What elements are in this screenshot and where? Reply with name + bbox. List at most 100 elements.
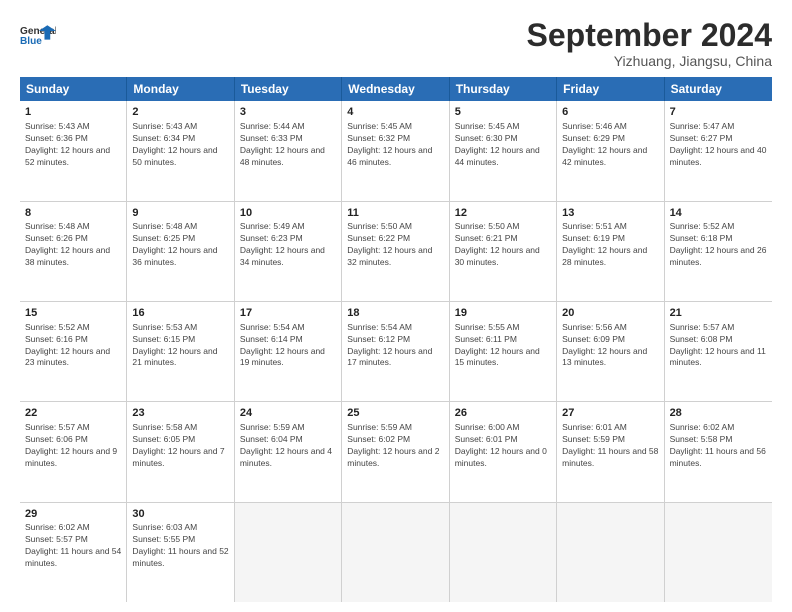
day-number: 13 — [562, 206, 658, 221]
day-info: Sunrise: 5:44 AM Sunset: 6:33 PM Dayligh… — [240, 121, 336, 169]
location-subtitle: Yizhuang, Jiangsu, China — [527, 53, 772, 69]
day-number: 23 — [132, 406, 228, 421]
logo-icon: General Blue — [20, 18, 56, 54]
calendar: SundayMondayTuesdayWednesdayThursdayFrid… — [20, 77, 772, 602]
calendar-cell — [450, 503, 557, 602]
day-info: Sunrise: 5:48 AM Sunset: 6:25 PM Dayligh… — [132, 221, 228, 269]
day-number: 3 — [240, 105, 336, 120]
day-number: 9 — [132, 206, 228, 221]
calendar-cell: 2Sunrise: 5:43 AM Sunset: 6:34 PM Daylig… — [127, 101, 234, 200]
header: General Blue September 2024 Yizhuang, Ji… — [20, 18, 772, 69]
calendar-cell: 25Sunrise: 5:59 AM Sunset: 6:02 PM Dayli… — [342, 402, 449, 501]
calendar-cell — [342, 503, 449, 602]
day-info: Sunrise: 5:51 AM Sunset: 6:19 PM Dayligh… — [562, 221, 658, 269]
day-info: Sunrise: 6:00 AM Sunset: 6:01 PM Dayligh… — [455, 422, 551, 470]
weekday-header-tuesday: Tuesday — [235, 77, 342, 101]
day-number: 10 — [240, 206, 336, 221]
calendar-row-5: 29Sunrise: 6:02 AM Sunset: 5:57 PM Dayli… — [20, 503, 772, 602]
day-number: 14 — [670, 206, 767, 221]
day-info: Sunrise: 5:43 AM Sunset: 6:36 PM Dayligh… — [25, 121, 121, 169]
day-info: Sunrise: 5:53 AM Sunset: 6:15 PM Dayligh… — [132, 322, 228, 370]
calendar-cell: 20Sunrise: 5:56 AM Sunset: 6:09 PM Dayli… — [557, 302, 664, 401]
day-info: Sunrise: 5:45 AM Sunset: 6:30 PM Dayligh… — [455, 121, 551, 169]
calendar-row-1: 1Sunrise: 5:43 AM Sunset: 6:36 PM Daylig… — [20, 101, 772, 201]
calendar-cell: 18Sunrise: 5:54 AM Sunset: 6:12 PM Dayli… — [342, 302, 449, 401]
day-number: 28 — [670, 406, 767, 421]
calendar-cell: 19Sunrise: 5:55 AM Sunset: 6:11 PM Dayli… — [450, 302, 557, 401]
calendar-cell — [557, 503, 664, 602]
day-number: 18 — [347, 306, 443, 321]
calendar-cell: 4Sunrise: 5:45 AM Sunset: 6:32 PM Daylig… — [342, 101, 449, 200]
calendar-cell: 11Sunrise: 5:50 AM Sunset: 6:22 PM Dayli… — [342, 202, 449, 301]
day-number: 27 — [562, 406, 658, 421]
calendar-cell: 6Sunrise: 5:46 AM Sunset: 6:29 PM Daylig… — [557, 101, 664, 200]
calendar-cell: 3Sunrise: 5:44 AM Sunset: 6:33 PM Daylig… — [235, 101, 342, 200]
day-info: Sunrise: 5:56 AM Sunset: 6:09 PM Dayligh… — [562, 322, 658, 370]
calendar-cell: 1Sunrise: 5:43 AM Sunset: 6:36 PM Daylig… — [20, 101, 127, 200]
day-number: 2 — [132, 105, 228, 120]
day-number: 15 — [25, 306, 121, 321]
day-number: 29 — [25, 507, 121, 522]
calendar-cell: 21Sunrise: 5:57 AM Sunset: 6:08 PM Dayli… — [665, 302, 772, 401]
day-info: Sunrise: 5:54 AM Sunset: 6:12 PM Dayligh… — [347, 322, 443, 370]
calendar-cell: 26Sunrise: 6:00 AM Sunset: 6:01 PM Dayli… — [450, 402, 557, 501]
calendar-cell: 23Sunrise: 5:58 AM Sunset: 6:05 PM Dayli… — [127, 402, 234, 501]
day-info: Sunrise: 5:46 AM Sunset: 6:29 PM Dayligh… — [562, 121, 658, 169]
day-info: Sunrise: 5:50 AM Sunset: 6:22 PM Dayligh… — [347, 221, 443, 269]
day-number: 5 — [455, 105, 551, 120]
weekday-header-friday: Friday — [557, 77, 664, 101]
day-info: Sunrise: 5:52 AM Sunset: 6:18 PM Dayligh… — [670, 221, 767, 269]
calendar-cell: 16Sunrise: 5:53 AM Sunset: 6:15 PM Dayli… — [127, 302, 234, 401]
day-info: Sunrise: 5:57 AM Sunset: 6:08 PM Dayligh… — [670, 322, 767, 370]
day-info: Sunrise: 5:43 AM Sunset: 6:34 PM Dayligh… — [132, 121, 228, 169]
day-number: 21 — [670, 306, 767, 321]
calendar-cell: 17Sunrise: 5:54 AM Sunset: 6:14 PM Dayli… — [235, 302, 342, 401]
calendar-cell: 7Sunrise: 5:47 AM Sunset: 6:27 PM Daylig… — [665, 101, 772, 200]
calendar-cell: 13Sunrise: 5:51 AM Sunset: 6:19 PM Dayli… — [557, 202, 664, 301]
calendar-body: 1Sunrise: 5:43 AM Sunset: 6:36 PM Daylig… — [20, 101, 772, 602]
day-number: 25 — [347, 406, 443, 421]
day-number: 7 — [670, 105, 767, 120]
day-number: 17 — [240, 306, 336, 321]
calendar-row-4: 22Sunrise: 5:57 AM Sunset: 6:06 PM Dayli… — [20, 402, 772, 502]
day-number: 22 — [25, 406, 121, 421]
day-number: 6 — [562, 105, 658, 120]
day-number: 1 — [25, 105, 121, 120]
calendar-cell: 15Sunrise: 5:52 AM Sunset: 6:16 PM Dayli… — [20, 302, 127, 401]
day-info: Sunrise: 5:50 AM Sunset: 6:21 PM Dayligh… — [455, 221, 551, 269]
day-number: 4 — [347, 105, 443, 120]
day-info: Sunrise: 6:03 AM Sunset: 5:55 PM Dayligh… — [132, 522, 228, 570]
day-info: Sunrise: 5:59 AM Sunset: 6:04 PM Dayligh… — [240, 422, 336, 470]
weekday-header-sunday: Sunday — [20, 77, 127, 101]
day-number: 19 — [455, 306, 551, 321]
day-info: Sunrise: 5:49 AM Sunset: 6:23 PM Dayligh… — [240, 221, 336, 269]
day-info: Sunrise: 5:55 AM Sunset: 6:11 PM Dayligh… — [455, 322, 551, 370]
calendar-cell: 30Sunrise: 6:03 AM Sunset: 5:55 PM Dayli… — [127, 503, 234, 602]
day-info: Sunrise: 5:52 AM Sunset: 6:16 PM Dayligh… — [25, 322, 121, 370]
day-info: Sunrise: 5:45 AM Sunset: 6:32 PM Dayligh… — [347, 121, 443, 169]
logo: General Blue — [20, 18, 56, 54]
day-info: Sunrise: 5:48 AM Sunset: 6:26 PM Dayligh… — [25, 221, 121, 269]
calendar-row-2: 8Sunrise: 5:48 AM Sunset: 6:26 PM Daylig… — [20, 202, 772, 302]
day-info: Sunrise: 5:47 AM Sunset: 6:27 PM Dayligh… — [670, 121, 767, 169]
day-number: 16 — [132, 306, 228, 321]
calendar-cell — [235, 503, 342, 602]
weekday-header-saturday: Saturday — [665, 77, 772, 101]
calendar-header: SundayMondayTuesdayWednesdayThursdayFrid… — [20, 77, 772, 101]
calendar-cell: 22Sunrise: 5:57 AM Sunset: 6:06 PM Dayli… — [20, 402, 127, 501]
svg-text:Blue: Blue — [20, 36, 42, 47]
weekday-header-monday: Monday — [127, 77, 234, 101]
weekday-header-wednesday: Wednesday — [342, 77, 449, 101]
calendar-cell: 29Sunrise: 6:02 AM Sunset: 5:57 PM Dayli… — [20, 503, 127, 602]
day-info: Sunrise: 5:58 AM Sunset: 6:05 PM Dayligh… — [132, 422, 228, 470]
day-number: 11 — [347, 206, 443, 221]
day-number: 8 — [25, 206, 121, 221]
calendar-cell: 8Sunrise: 5:48 AM Sunset: 6:26 PM Daylig… — [20, 202, 127, 301]
day-number: 12 — [455, 206, 551, 221]
calendar-row-3: 15Sunrise: 5:52 AM Sunset: 6:16 PM Dayli… — [20, 302, 772, 402]
day-info: Sunrise: 6:01 AM Sunset: 5:59 PM Dayligh… — [562, 422, 658, 470]
day-number: 24 — [240, 406, 336, 421]
calendar-cell: 12Sunrise: 5:50 AM Sunset: 6:21 PM Dayli… — [450, 202, 557, 301]
day-info: Sunrise: 5:59 AM Sunset: 6:02 PM Dayligh… — [347, 422, 443, 470]
day-number: 30 — [132, 507, 228, 522]
